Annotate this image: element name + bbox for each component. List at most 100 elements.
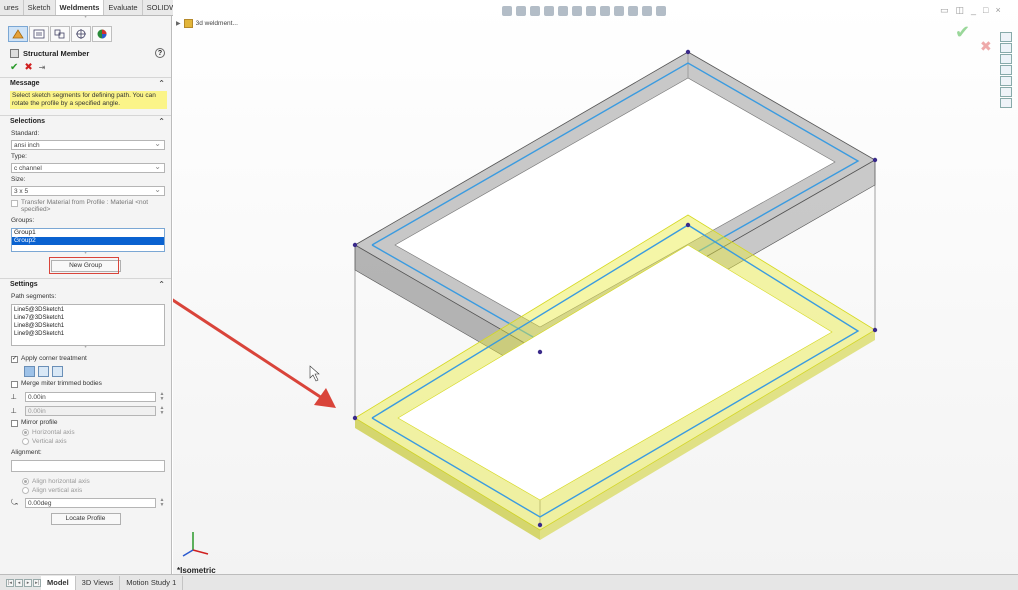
- transfer-material-checkbox[interactable]: [11, 200, 18, 207]
- dynamic-annotation-icon[interactable]: [558, 6, 568, 16]
- vertical-axis-radio[interactable]: [22, 438, 29, 445]
- standard-dropdown[interactable]: ansi inch: [11, 139, 165, 150]
- rotation-spinner[interactable]: ▲ ▼: [159, 497, 165, 508]
- dimxpert-manager-icon[interactable]: [71, 26, 91, 42]
- alignment-input[interactable]: [11, 460, 165, 472]
- design-library-icon[interactable]: [1000, 43, 1012, 53]
- prev-tab-icon[interactable]: ◂: [15, 578, 23, 587]
- edit-appearance-icon[interactable]: [614, 6, 624, 16]
- forum-icon[interactable]: [1000, 98, 1012, 108]
- chevron-up-icon[interactable]: ⌃: [158, 117, 165, 126]
- mirror-profile-checkbox[interactable]: [11, 420, 18, 427]
- zoom-to-fit-icon[interactable]: [502, 6, 512, 16]
- display-manager-icon[interactable]: [92, 26, 112, 42]
- message-box: Select sketch segments for defining path…: [10, 91, 167, 109]
- align-vertical-radio[interactable]: [22, 487, 29, 494]
- settings-section-header[interactable]: Settings ⌃: [0, 278, 171, 290]
- vertical-axis-row: Vertical axis: [0, 436, 171, 445]
- horizontal-axis-row: Horizontal axis: [0, 427, 171, 436]
- hide-show-items-icon[interactable]: [600, 6, 610, 16]
- tab-model[interactable]: Model: [41, 575, 76, 590]
- transfer-material-label: Transfer Material from Profile : Materia…: [21, 199, 149, 213]
- standard-label: Standard:: [11, 130, 40, 137]
- appearances-icon[interactable]: [1000, 76, 1012, 86]
- message-section-header[interactable]: Message ⌃: [0, 77, 171, 89]
- previous-view-icon[interactable]: [530, 6, 540, 16]
- list-item-group2[interactable]: Group2: [12, 237, 164, 245]
- size-dropdown[interactable]: 3 x 5: [11, 185, 165, 196]
- list-item[interactable]: Line8@3DSketch1: [14, 322, 162, 330]
- rotation-angle-icon: ⤿: [11, 498, 18, 507]
- horizontal-axis-radio[interactable]: [22, 429, 29, 436]
- file-explorer-icon[interactable]: [1000, 54, 1012, 64]
- cancel-x-icon[interactable]: ✖: [24, 62, 32, 73]
- align-horizontal-radio[interactable]: [22, 478, 29, 485]
- tab-3d-views[interactable]: 3D Views: [76, 575, 121, 590]
- type-dropdown[interactable]: c channel: [11, 162, 165, 173]
- end-butt1-icon[interactable]: [38, 366, 49, 377]
- confirmation-ok-icon[interactable]: ✔: [955, 22, 970, 43]
- alignment-label: Alignment:: [11, 449, 42, 456]
- display-pane-icon[interactable]: [656, 6, 666, 16]
- locate-profile-button[interactable]: Locate Profile: [50, 513, 121, 525]
- last-tab-icon[interactable]: ▸|: [33, 578, 41, 587]
- pushpin-icon[interactable]: ⇥: [39, 63, 46, 72]
- list-item-group1[interactable]: Group1: [12, 229, 164, 237]
- chevron-up-icon[interactable]: ⌃: [158, 79, 165, 88]
- property-manager-icon[interactable]: [29, 26, 49, 42]
- tab-features[interactable]: ures: [0, 0, 24, 15]
- property-manager-panel: • Structural Member ? ✔ ✖ ⇥ Message ⌃ Se…: [0, 16, 172, 574]
- close-icon[interactable]: ×: [995, 5, 1000, 16]
- expand-arrow-icon[interactable]: ▶: [176, 20, 181, 27]
- end-miter-icon[interactable]: [24, 366, 35, 377]
- groups-listbox[interactable]: Group1 Group2: [11, 228, 165, 252]
- gap2-spinner[interactable]: ▲ ▼: [159, 405, 165, 416]
- view-palette-icon[interactable]: [1000, 65, 1012, 75]
- align-horizontal-label: Align horizontal axis: [32, 478, 90, 485]
- apply-scene-icon[interactable]: [628, 6, 638, 16]
- apply-corner-checkbox[interactable]: ✓: [11, 356, 18, 363]
- next-tab-icon[interactable]: ▸: [24, 578, 32, 587]
- minimize-icon[interactable]: _: [971, 5, 976, 16]
- display-style-icon[interactable]: [586, 6, 596, 16]
- gap1-input[interactable]: 0.00in: [25, 391, 156, 402]
- gap2-input[interactable]: 0.00in: [25, 405, 156, 416]
- custom-properties-icon[interactable]: [1000, 87, 1012, 97]
- corner-treatment-options: [0, 363, 171, 377]
- mirror-profile-row: Mirror profile: [0, 416, 171, 427]
- gap1-spinner[interactable]: ▲ ▼: [159, 391, 165, 402]
- end-butt2-icon[interactable]: [52, 366, 63, 377]
- help-icon[interactable]: ?: [155, 48, 165, 58]
- tile-icon[interactable]: ◫: [956, 5, 965, 16]
- selections-section-header[interactable]: Selections ⌃: [0, 115, 171, 127]
- tab-motion-study-1[interactable]: Motion Study 1: [120, 575, 184, 590]
- ok-checkmark-icon[interactable]: ✔: [10, 62, 18, 73]
- configuration-manager-icon[interactable]: [50, 26, 70, 42]
- merge-miter-label: Merge miter trimmed bodies: [21, 380, 102, 387]
- task-pane-tabs: [1000, 32, 1014, 108]
- feature-tree-flyout[interactable]: ▶ 3d weldment...: [176, 19, 238, 28]
- solidworks-resources-icon[interactable]: [1000, 32, 1012, 42]
- section-view-icon[interactable]: [544, 6, 554, 16]
- tab-weldments[interactable]: Weldments: [55, 0, 105, 15]
- list-item[interactable]: Line9@3DSketch1: [14, 330, 162, 338]
- view-orientation-icon[interactable]: [572, 6, 582, 16]
- rotation-row: ⤿ 0.00deg ▲ ▼: [0, 494, 171, 508]
- restore-icon[interactable]: ▭: [940, 5, 949, 16]
- path-segments-listbox[interactable]: Line5@3DSketch1 Line7@3DSketch1 Line8@3D…: [11, 304, 165, 346]
- first-tab-icon[interactable]: |◂: [6, 578, 14, 587]
- maximize-icon[interactable]: □: [983, 5, 988, 16]
- zoom-to-area-icon[interactable]: [516, 6, 526, 16]
- view-settings-icon[interactable]: [642, 6, 652, 16]
- list-item[interactable]: Line5@3DSketch1: [14, 306, 162, 314]
- tab-sketch[interactable]: Sketch: [24, 0, 56, 15]
- rotation-input[interactable]: 0.00deg: [25, 497, 156, 508]
- tab-evaluate[interactable]: Evaluate: [104, 0, 143, 15]
- feature-manager-icon[interactable]: [8, 26, 28, 42]
- list-item[interactable]: Line7@3DSketch1: [14, 314, 162, 322]
- merge-miter-checkbox[interactable]: [11, 381, 18, 388]
- confirmation-cancel-icon[interactable]: ✖: [980, 38, 992, 55]
- graphics-viewport[interactable]: [173, 0, 1018, 574]
- bottom-tab-bar: |◂ ◂ ▸ ▸| Model 3D Views Motion Study 1: [0, 574, 1018, 590]
- chevron-up-icon[interactable]: ⌃: [158, 280, 165, 289]
